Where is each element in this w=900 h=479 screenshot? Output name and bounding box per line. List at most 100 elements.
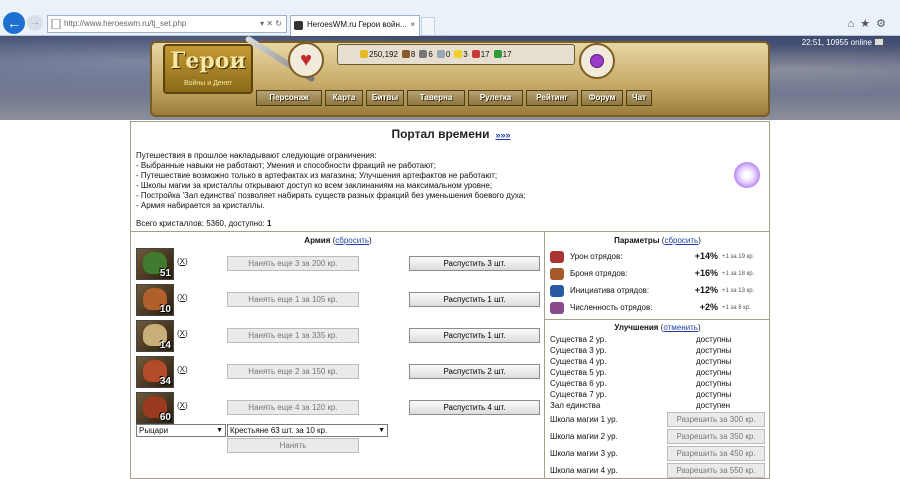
unit-portrait[interactable]: 34: [136, 356, 174, 388]
param-price-note[interactable]: +1 за 19 кр.: [722, 254, 754, 260]
menu-item-1[interactable]: Персонаж: [256, 90, 322, 106]
menu-item-2[interactable]: Карта: [325, 90, 363, 106]
magic-school-row: Школа магии 4 ур. Разрешить за 550 кр.: [550, 463, 765, 478]
address-controls[interactable]: ▾ ✕ ↻: [260, 16, 282, 32]
unit-portrait[interactable]: 10: [136, 284, 174, 316]
mail-icon[interactable]: [874, 38, 884, 46]
game-header: Герои Войны и Денег ♥ 250,192 8 6 0 3 17 17 22…: [0, 36, 900, 120]
browser-tab[interactable]: HeroesWM.ru Герои войн... ×: [290, 15, 420, 36]
description-line: Путешествия в прошлое накладывают следую…: [136, 151, 377, 160]
upgrade-label: Существа 6 ур.: [550, 379, 607, 388]
portal-more-link[interactable]: »»»: [496, 130, 511, 140]
forward-button[interactable]: →: [27, 15, 43, 31]
param-price-note[interactable]: +1 за 8 кр.: [722, 305, 751, 311]
params-reset-link[interactable]: сбросить: [664, 236, 698, 245]
unit-portrait[interactable]: 60: [136, 392, 174, 424]
upgrade-status: доступны: [696, 335, 732, 344]
online-text: 22:51, 10955 online: [801, 38, 872, 47]
description-line: - Армия набирается за кристаллы.: [136, 201, 265, 210]
portal-title-text: Портал времени: [391, 127, 490, 141]
dismiss-button[interactable]: Распустить 4 шт.: [409, 400, 540, 415]
remove-unit-x: X: [179, 329, 186, 338]
settings-gear-icon[interactable]: ⚙: [876, 18, 892, 30]
army-reset-link[interactable]: сбросить: [335, 236, 369, 245]
favorites-star-icon[interactable]: ★: [860, 18, 876, 30]
gold-icon: [360, 50, 368, 58]
param-value: +12%: [694, 285, 718, 295]
magic-school-row: Школа магии 1 ур. Разрешить за 300 кр.: [550, 412, 765, 427]
faction-select[interactable]: Рыцари ▼: [136, 424, 226, 437]
magic-school-label: Школа магии 3 ур.: [550, 449, 618, 458]
unit-portrait[interactable]: 51: [136, 248, 174, 280]
resource-value: 3: [463, 50, 468, 59]
allow-magic-button[interactable]: Разрешить за 350 кр.: [667, 429, 765, 444]
chevron-down-icon: ▼: [378, 427, 385, 434]
dismiss-button[interactable]: Распустить 2 шт.: [409, 364, 540, 379]
dismiss-button[interactable]: Распустить 1 шт.: [409, 328, 540, 343]
hire-more-button[interactable]: Нанять еще 3 за 200 кр.: [227, 256, 359, 271]
upgrade-status: доступны: [696, 357, 732, 366]
param-label: Броня отрядов:: [570, 269, 628, 278]
allow-magic-button[interactable]: Разрешить за 550 кр.: [667, 463, 765, 478]
unit-portrait[interactable]: 14: [136, 320, 174, 352]
remove-unit-link[interactable]: (X): [177, 365, 188, 374]
upgrade-status: доступны: [696, 379, 732, 388]
param-value: +14%: [694, 251, 718, 261]
hire-more-button[interactable]: Нанять еще 4 за 120 кр.: [227, 400, 359, 415]
dismiss-button[interactable]: Распустить 3 шт.: [409, 256, 540, 271]
unit-count: 34: [159, 376, 171, 387]
tab-close-icon[interactable]: ×: [410, 16, 415, 34]
description-line: - Школы магии за кристаллы открывают дос…: [136, 181, 493, 190]
address-bar[interactable]: http://www.heroeswm.ru/tj_set.php ▾ ✕ ↻: [47, 15, 287, 33]
allow-magic-button[interactable]: Разрешить за 450 кр.: [667, 446, 765, 461]
upgrade-status: доступны: [696, 390, 732, 399]
menu-item-4[interactable]: Таверна: [407, 90, 465, 106]
remove-unit-link[interactable]: (X): [177, 329, 188, 338]
menu-item-7[interactable]: Форум: [581, 90, 623, 106]
page-title: Портал времени »»»: [131, 127, 771, 141]
menu-item-8[interactable]: Чат: [626, 90, 652, 106]
resource-value: 17: [502, 50, 512, 59]
menu-item-5[interactable]: Рулетка: [468, 90, 523, 106]
allow-magic-button[interactable]: Разрешить за 300 кр.: [667, 412, 765, 427]
hire-button[interactable]: Нанять: [227, 438, 359, 453]
upgrade-label: Зал единства: [550, 401, 601, 410]
gem-icon: [493, 50, 502, 58]
param-price-note[interactable]: +1 за 18 кр.: [722, 271, 754, 277]
param-label: Численность отрядов:: [570, 303, 653, 312]
logo-title: Герои: [170, 48, 246, 74]
shield-icon: [550, 268, 564, 280]
home-icon[interactable]: ⌂: [848, 18, 861, 30]
remove-unit-link[interactable]: (X): [177, 257, 188, 266]
remove-unit-link[interactable]: (X): [177, 401, 188, 410]
upgrades-cancel-link[interactable]: отменить: [663, 323, 698, 332]
back-button[interactable]: ←: [3, 12, 25, 34]
page-icon: [51, 19, 61, 29]
initiative-icon: [550, 285, 564, 297]
health-heart-icon[interactable]: ♥: [288, 42, 324, 78]
army-section: Армия (сбросить) 51 (X) Нанять еще 3 за 20…: [131, 231, 545, 479]
params-section: Параметры (сбросить) Урон отрядов: +14% +1…: [545, 231, 770, 319]
param-price-note[interactable]: +1 за 13 кр.: [722, 288, 754, 294]
remove-unit-x: X: [179, 257, 186, 266]
game-logo[interactable]: Герои Войны и Денег: [163, 44, 253, 94]
magic-school-row: Школа магии 3 ур. Разрешить за 450 кр.: [550, 446, 765, 461]
resources-bar: 250,192 8 6 0 3 17 17: [337, 44, 575, 65]
resource-value: 0: [445, 50, 451, 59]
upgrade-label: Существа 7 ур.: [550, 390, 607, 399]
mana-potion-icon[interactable]: [579, 43, 615, 79]
hire-more-button[interactable]: Нанять еще 2 за 150 кр.: [227, 364, 359, 379]
ore-icon: [419, 50, 428, 58]
unit-select[interactable]: Крестьяне 63 шт. за 10 кр. ▼: [227, 424, 388, 437]
toolbar-icons: ⌂★⚙: [848, 17, 892, 30]
new-tab-button[interactable]: [421, 17, 435, 34]
menu-item-3[interactable]: Битвы: [366, 90, 404, 106]
online-status: 22:51, 10955 online: [802, 38, 884, 47]
remove-unit-link[interactable]: (X): [177, 293, 188, 302]
hire-more-button[interactable]: Нанять еще 1 за 335 кр.: [227, 328, 359, 343]
dismiss-button[interactable]: Распустить 1 шт.: [409, 292, 540, 307]
upgrades-title-text: Улучшения: [614, 323, 659, 332]
menu-item-6[interactable]: Рейтинг: [526, 90, 578, 106]
param-value: +16%: [694, 268, 718, 278]
hire-more-button[interactable]: Нанять еще 1 за 105 кр.: [227, 292, 359, 307]
